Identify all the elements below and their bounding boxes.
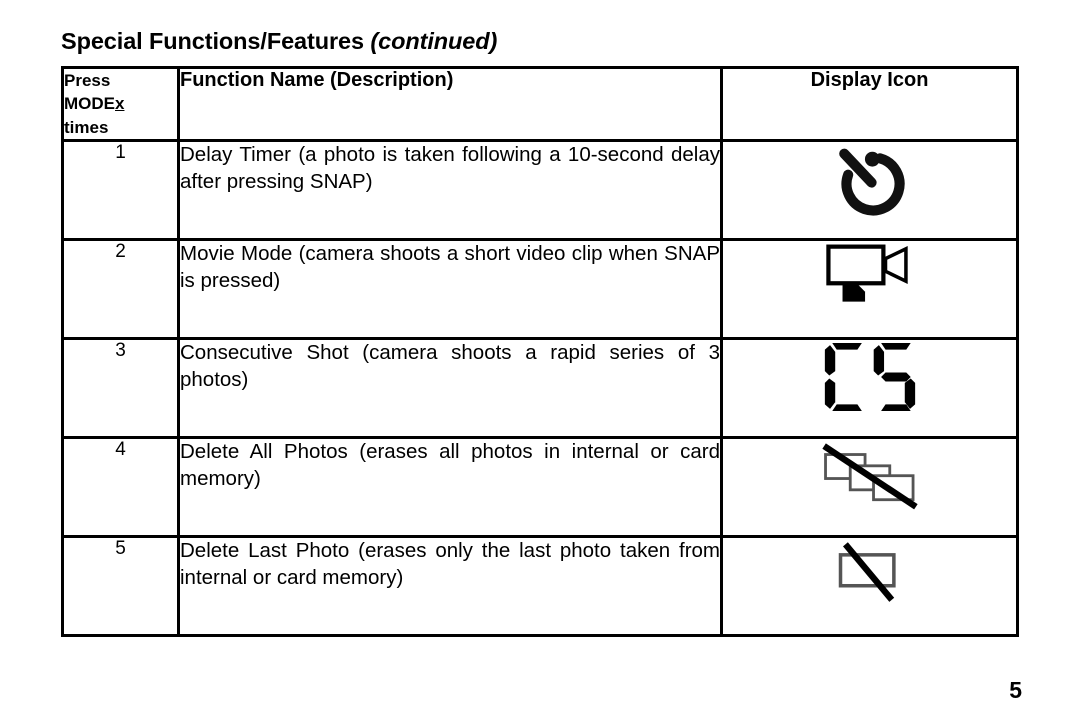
icon-container — [723, 241, 1016, 303]
table-row: 5 Delete Last Photo (erases only the las… — [61, 535, 1019, 638]
display-icon-cell — [720, 436, 1019, 539]
manual-page: Special Functions/Features (continued) P… — [0, 0, 1080, 720]
table-row: 3 Consecutive Shot (camera shoots a rapi… — [61, 337, 1019, 440]
function-description-cell: Delete Last Photo (erases only the last … — [177, 535, 723, 638]
page-number: 5 — [1009, 677, 1022, 703]
press-count-cell: 3 — [61, 337, 180, 440]
display-icon-cell — [720, 535, 1019, 638]
press-count-cell: 5 — [61, 535, 180, 638]
table-header-row: Press MODEx times Function Name (Descrip… — [61, 65, 1019, 143]
delete-all-photos-icon — [821, 443, 918, 510]
column-header-press-mode: Press MODEx times — [61, 65, 180, 143]
icon-container — [723, 142, 1016, 220]
table-row: 1 Delay Timer (a photo is taken followin… — [61, 139, 1019, 242]
press-count-cell: 2 — [61, 238, 180, 341]
display-icon-cell — [720, 139, 1019, 242]
header-mode-word: MODE — [64, 94, 115, 114]
header-x-underlined: x — [115, 94, 125, 114]
press-count-cell: 4 — [61, 436, 180, 539]
page-title-continued: (continued) — [370, 28, 498, 54]
table-row: 2 Movie Mode (camera shoots a short vide… — [61, 238, 1019, 341]
column-header-display-icon: Display Icon — [720, 65, 1019, 143]
delete-last-photo-icon — [838, 542, 896, 603]
header-press-line2: MODEx — [64, 92, 177, 115]
movie-camera-icon — [825, 244, 908, 302]
page-title: Special Functions/Features (continued) — [61, 28, 497, 55]
header-press-line3: times — [64, 117, 109, 137]
display-icon-cell — [720, 337, 1019, 440]
function-description-cell: Movie Mode (camera shoots a short video … — [177, 238, 723, 341]
function-description-cell: Consecutive Shot (camera shoots a rapid … — [177, 337, 723, 440]
page-title-main: Special Functions/Features — [61, 28, 371, 54]
delay-timer-icon — [838, 148, 905, 216]
table-row: 4 Delete All Photos (erases all photos i… — [61, 436, 1019, 539]
display-icon-cell — [720, 238, 1019, 341]
function-description-cell: Delay Timer (a photo is taken following … — [177, 139, 723, 242]
cs-seven-segment-icon — [824, 343, 915, 412]
icon-container — [723, 538, 1016, 604]
column-header-description: Function Name (Description) — [177, 65, 723, 143]
icon-container — [723, 340, 1016, 414]
header-press-line1: Press — [64, 71, 111, 90]
icon-container — [723, 439, 1016, 511]
press-count-cell: 1 — [61, 139, 180, 242]
special-functions-table: Press MODEx times Function Name (Descrip… — [61, 65, 1019, 638]
function-description-cell: Delete All Photos (erases all photos in … — [177, 436, 723, 539]
